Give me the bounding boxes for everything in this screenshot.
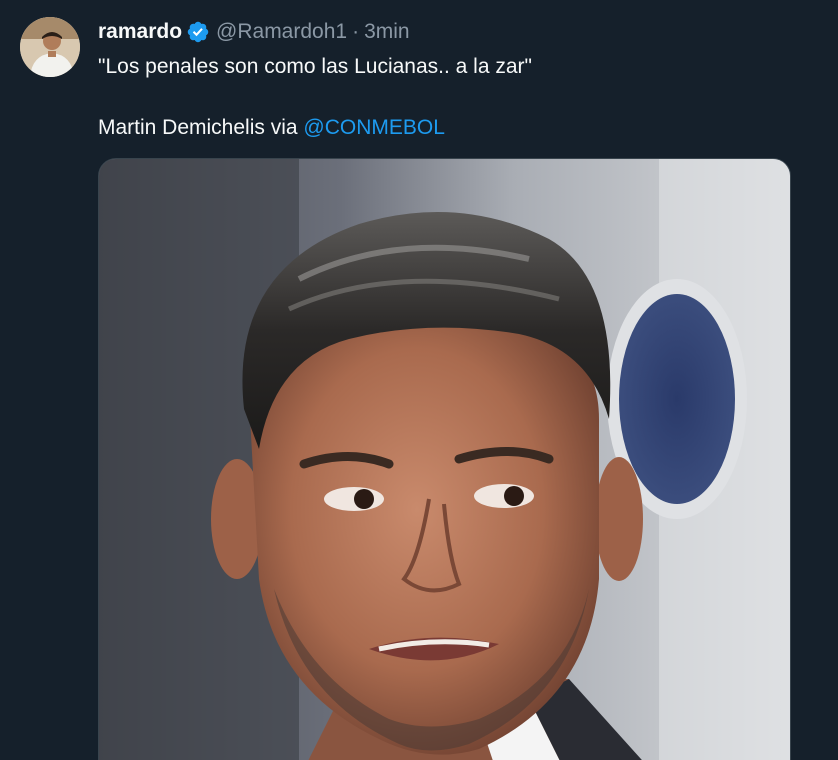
media-photo <box>99 159 790 760</box>
tweet-text-prefix: Martin Demichelis via <box>98 116 304 139</box>
avatar[interactable] <box>20 17 80 77</box>
tweet-text: "Los penales son como las Lucianas.. a l… <box>98 52 532 142</box>
display-name[interactable]: ramardo <box>98 20 182 44</box>
timestamp[interactable]: 3min <box>364 20 410 44</box>
tweet-header: ramardo @Ramardoh1 · 3min <box>98 18 410 46</box>
avatar-photo <box>20 17 80 77</box>
verified-badge-icon <box>187 21 209 43</box>
tweet-media-image[interactable] <box>98 158 791 760</box>
mention-link[interactable]: @CONMEBOL <box>303 116 445 139</box>
tweet[interactable]: ramardo @Ramardoh1 · 3min "Los penales s… <box>0 0 838 760</box>
separator-dot: · <box>352 20 360 43</box>
tweet-text-line-1: "Los penales son como las Lucianas.. a l… <box>98 55 532 78</box>
user-handle[interactable]: @Ramardoh1 <box>216 20 347 44</box>
tweet-text-line-2: Martin Demichelis via @CONMEBOL <box>98 113 532 142</box>
